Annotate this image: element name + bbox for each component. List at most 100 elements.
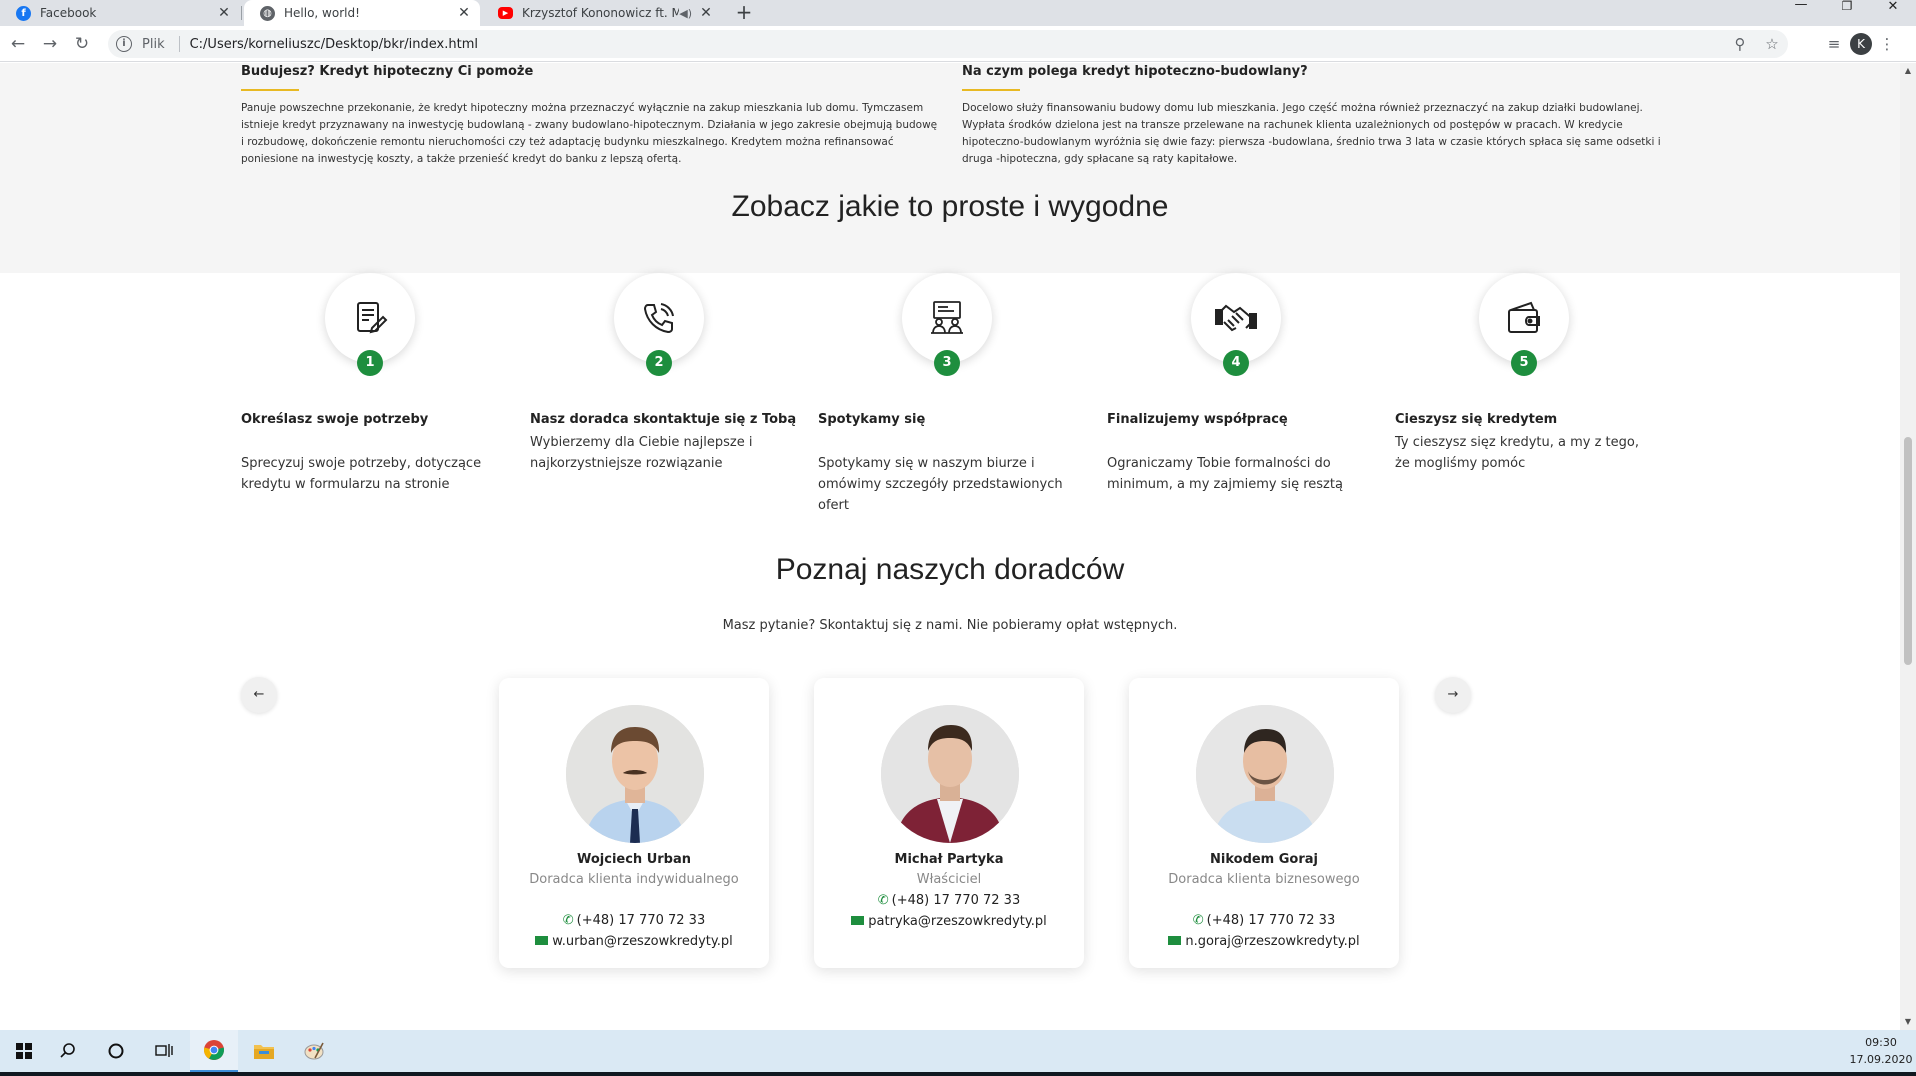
browser-toolbar: ← → ↻ i Plik C:/Users/korneliuszc/Deskto… xyxy=(0,26,1916,62)
step-number-badge: 4 xyxy=(1223,350,1249,376)
step-title: Cieszysz się kredytem xyxy=(1395,412,1558,427)
step-number-badge: 1 xyxy=(357,350,383,376)
step-title: Nasz doradca skontaktuje się z Tobą xyxy=(530,412,797,427)
chrome-taskbar-button[interactable] xyxy=(190,1030,238,1072)
steps-heading: Zobacz jakie to proste i wygodne xyxy=(731,190,1169,223)
mail-icon xyxy=(535,936,549,945)
browser-tab-strip: f Facebook ✕ ◍ Hello, world! ✕ ▶ Krzyszt… xyxy=(0,0,1916,26)
step-number-badge: 3 xyxy=(934,350,960,376)
windows-icon xyxy=(16,1043,32,1059)
new-tab-button[interactable]: + xyxy=(732,0,756,26)
scroll-down-icon[interactable]: ▼ xyxy=(1900,1014,1916,1030)
forward-button[interactable]: → xyxy=(38,32,62,56)
step-title: Spotykamy się xyxy=(818,412,926,427)
info-right: Na czym polega kredyt hipoteczno-budowla… xyxy=(962,63,1662,168)
advisor-email[interactable]: w.urban@rzeszowkredyty.pl xyxy=(499,934,769,949)
arrow-left-icon: ← xyxy=(253,687,265,702)
step-text: Ty cieszysz sięz kredytu, a my z tego, ż… xyxy=(1395,435,1639,471)
scroll-thumb[interactable] xyxy=(1904,437,1912,665)
advisor-card: Michał Partyka Właściciel ✆ (+48) 17 770 … xyxy=(814,678,1084,968)
carousel-prev-button[interactable]: ← xyxy=(241,677,277,713)
minimize-button[interactable]: — xyxy=(1778,0,1824,26)
start-button[interactable] xyxy=(0,1030,48,1072)
system-clock[interactable]: 09:30 17.09.2020 xyxy=(1846,1034,1916,1068)
profile-avatar[interactable]: K xyxy=(1850,33,1872,55)
zoom-icon[interactable]: ⚲ xyxy=(1724,35,1756,53)
back-button[interactable]: ← xyxy=(6,32,30,56)
close-tab-icon[interactable]: ✕ xyxy=(454,5,474,21)
chrome-icon xyxy=(203,1040,225,1060)
advisor-name: Michał Partyka xyxy=(894,852,1004,867)
facebook-icon: f xyxy=(16,5,31,21)
tab-label: Facebook xyxy=(40,6,97,20)
info-right-title: Na czym polega kredyt hipoteczno-budowla… xyxy=(962,64,1308,79)
advisor-role: Doradca klienta biznesowego xyxy=(1168,872,1360,887)
clock-date: 17.09.2020 xyxy=(1849,1053,1913,1066)
advisor-email[interactable]: n.goraj@rzeszowkredyty.pl xyxy=(1129,934,1399,949)
paint-icon xyxy=(304,1042,324,1060)
cortana-icon xyxy=(108,1043,124,1059)
advisor-role: Doradca klienta indywidualnego xyxy=(529,872,739,887)
phone-icon: ✆ xyxy=(877,893,889,908)
tab-label: Krzysztof Kononowicz ft. Ma xyxy=(522,6,680,20)
step-number-badge: 5 xyxy=(1511,350,1537,376)
speaker-icon[interactable]: ◀) xyxy=(679,7,692,20)
step-number-badge: 2 xyxy=(646,350,672,376)
advisor-phone[interactable]: ✆ (+48) 17 770 72 33 xyxy=(814,893,1084,908)
file-explorer-button[interactable] xyxy=(240,1030,288,1072)
advisor-card: Nikodem Goraj Doradca klienta biznesoweg… xyxy=(1129,678,1399,968)
handshake-icon xyxy=(1215,304,1257,332)
close-tab-icon[interactable]: ✕ xyxy=(696,5,716,21)
advisors-subheading: Masz pytanie? Skontaktuj się z nami. Nie… xyxy=(722,618,1178,633)
mail-icon xyxy=(1168,936,1182,945)
advisor-name: Wojciech Urban xyxy=(576,852,692,867)
accent-line xyxy=(241,89,299,91)
meeting-icon xyxy=(931,301,963,334)
reload-button[interactable]: ↻ xyxy=(70,32,94,56)
document-edit-icon xyxy=(357,302,388,334)
advisor-photo xyxy=(1196,705,1334,843)
scroll-up-icon[interactable]: ▲ xyxy=(1900,63,1916,79)
step-text: Spotykamy się w naszym biurze i omówimy … xyxy=(818,456,1063,513)
advisor-card: Wojciech Urban Doradca klienta indywidua… xyxy=(499,678,769,968)
advisor-email[interactable]: patryka@rzeszowkredyty.pl xyxy=(814,914,1084,929)
advisor-phone[interactable]: ✆ (+48) 17 770 72 33 xyxy=(1129,913,1399,928)
page-scrollbar[interactable]: ▲ ▼ xyxy=(1900,63,1916,1030)
paint-button[interactable] xyxy=(290,1030,338,1072)
cortana-button[interactable] xyxy=(92,1030,140,1072)
phone-icon: ✆ xyxy=(1192,913,1204,928)
task-view-button[interactable] xyxy=(140,1030,188,1072)
task-view-icon xyxy=(155,1044,173,1057)
search-button[interactable] xyxy=(44,1030,92,1072)
close-tab-icon[interactable]: ✕ xyxy=(214,5,234,21)
tab-youtube[interactable]: ▶ Krzysztof Kononowicz ft. Ma ◀) ✕ xyxy=(482,0,722,26)
globe-icon: ◍ xyxy=(260,5,275,21)
clock-time: 09:30 xyxy=(1865,1036,1897,1049)
info-left-title: Budujesz? Kredyt hipoteczny Ci pomoże xyxy=(241,64,534,79)
step-text: Sprecyzuj swoje potrzeby, dotyczące kred… xyxy=(241,456,482,492)
arrow-right-icon: → xyxy=(1447,687,1459,702)
menu-icon[interactable]: ⋮ xyxy=(1872,35,1902,53)
advisor-phone[interactable]: ✆ (+48) 17 770 72 33 xyxy=(499,913,769,928)
address-url[interactable]: C:/Users/korneliuszc/Desktop/bkr/index.h… xyxy=(190,37,478,52)
info-icon[interactable]: i xyxy=(116,36,132,52)
restore-button[interactable]: ❐ xyxy=(1824,0,1870,26)
search-icon xyxy=(60,1043,75,1058)
page-viewport: Budujesz? Kredyt hipoteczny Ci pomoże Pa… xyxy=(0,63,1900,1030)
wallet-icon xyxy=(1508,301,1540,333)
carousel-next-button[interactable]: → xyxy=(1435,677,1471,713)
phone-icon: ✆ xyxy=(562,913,574,928)
advisors-heading: Poznaj naszych doradców xyxy=(775,553,1125,586)
tab-hello-world[interactable]: ◍ Hello, world! ✕ xyxy=(244,0,480,26)
tab-facebook[interactable]: f Facebook ✕ xyxy=(0,0,240,26)
tab-label: Hello, world! xyxy=(284,6,360,20)
media-control-icon[interactable]: ≡ xyxy=(1818,35,1850,53)
close-window-button[interactable]: ✕ xyxy=(1870,0,1916,26)
step-text: Wybierzemy dla Ciebie najlepsze i najkor… xyxy=(530,435,753,471)
info-right-text: Docelowo służy finansowaniu budowy domu … xyxy=(962,102,1661,165)
info-left: Budujesz? Kredyt hipoteczny Ci pomoże Pa… xyxy=(241,63,941,168)
address-bar[interactable]: i Plik C:/Users/korneliuszc/Desktop/bkr/… xyxy=(108,30,1788,58)
advisor-photo xyxy=(881,705,1019,843)
bookmark-star-icon[interactable]: ☆ xyxy=(1756,35,1788,53)
advisor-role: Właściciel xyxy=(916,872,982,887)
